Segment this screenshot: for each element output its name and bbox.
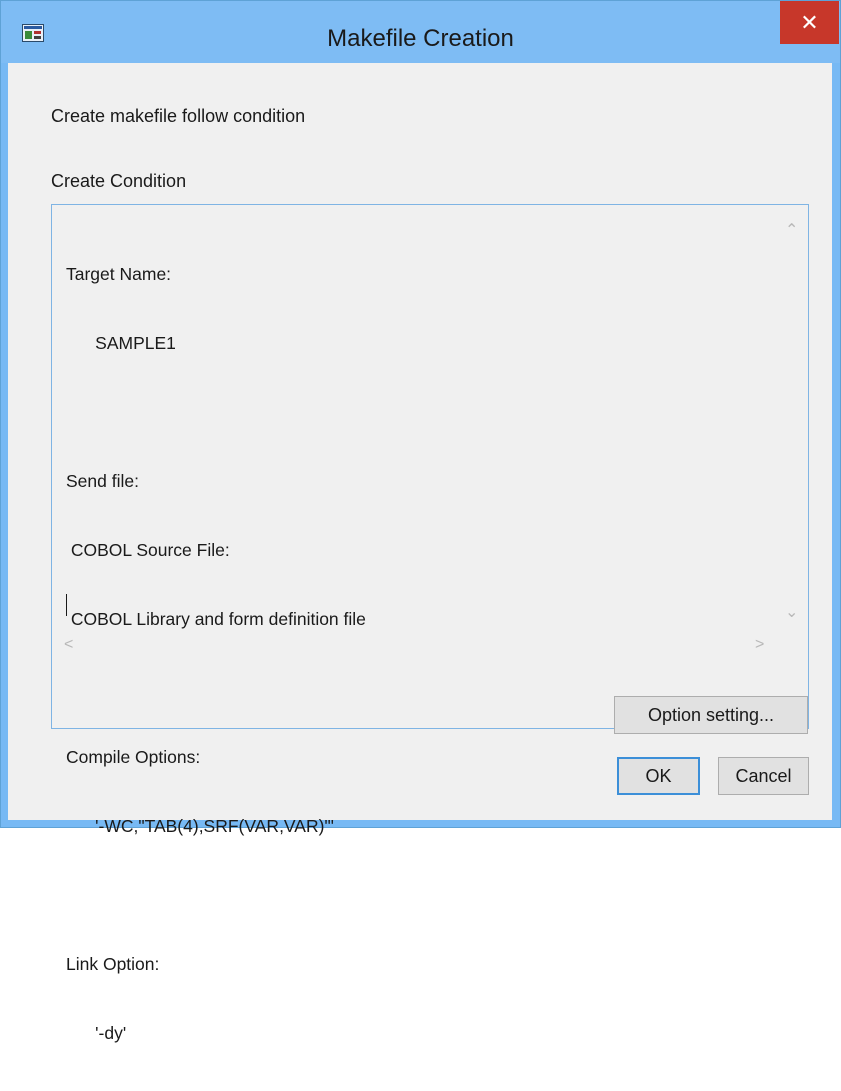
makefile-creation-window: Makefile Creation ✕ Create makefile foll… xyxy=(0,0,841,1043)
line-blank: ​ xyxy=(66,401,766,424)
close-icon: ✕ xyxy=(800,10,819,35)
line-link-option-label: Link Option: xyxy=(66,954,160,974)
instruction-text: Create makefile follow condition xyxy=(51,106,306,126)
close-button[interactable]: ✕ xyxy=(780,1,839,44)
scroll-left-icon[interactable]: < xyxy=(64,637,73,653)
line-compile-options-value: '-WC,"TAB(4),SRF(VAR,VAR)"' xyxy=(66,816,334,836)
line-send-file-label: Send file: xyxy=(66,471,139,491)
window-title: Makefile Creation xyxy=(327,25,514,52)
create-condition-label: Create Condition xyxy=(51,171,187,191)
ok-button[interactable]: OK xyxy=(617,757,700,795)
line-cobol-source-file: COBOL Source File: xyxy=(66,540,230,560)
scroll-down-icon[interactable]: ⌄ xyxy=(785,605,798,621)
line-target-name-label: Target Name: xyxy=(66,264,172,284)
condition-text: Target Name: SAMPLE1 ​ Send file: COBOL … xyxy=(66,217,766,1091)
scroll-right-icon[interactable]: > xyxy=(755,637,764,653)
line-blank: ​ xyxy=(66,884,766,907)
line-cobol-library: COBOL Library and form definition file xyxy=(66,609,366,629)
option-setting-button[interactable]: Option setting... xyxy=(614,696,808,734)
line-link-option-value: '-dy' xyxy=(66,1023,127,1043)
cancel-button[interactable]: Cancel xyxy=(718,757,809,795)
text-caret xyxy=(66,594,67,616)
line-target-name-value: SAMPLE1 xyxy=(66,333,176,353)
dialog-body: Create makefile follow condition Create … xyxy=(8,63,832,1043)
scroll-up-icon[interactable]: ⌃ xyxy=(785,223,798,239)
title-bar[interactable]: Makefile Creation ✕ xyxy=(1,1,840,63)
create-condition-textarea[interactable]: Target Name: SAMPLE1 ​ Send file: COBOL … xyxy=(51,204,809,1043)
